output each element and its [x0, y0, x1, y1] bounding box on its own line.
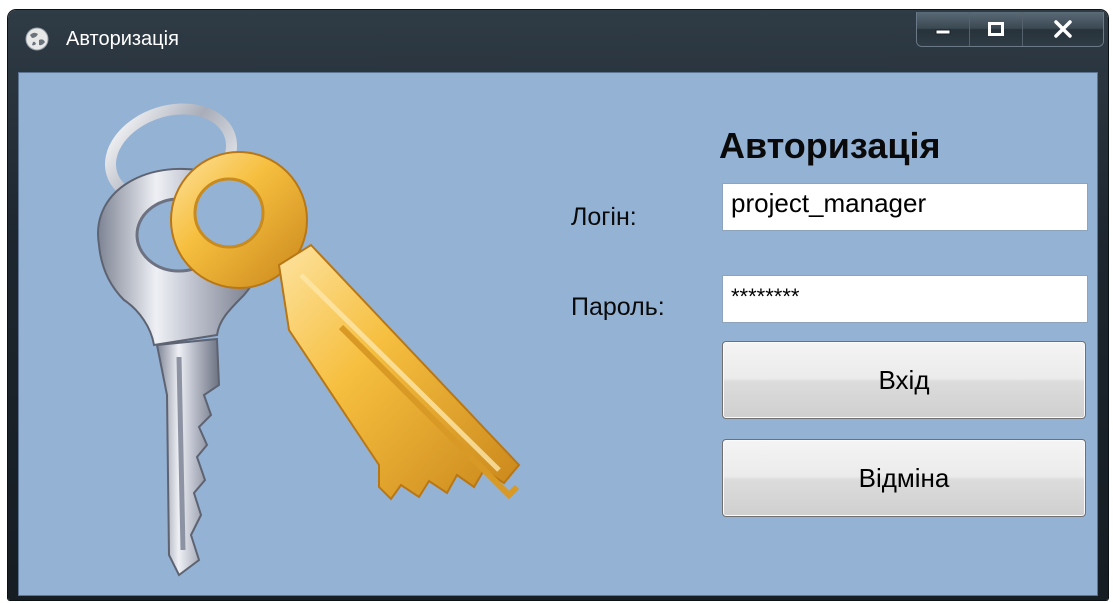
- password-label: Пароль:: [571, 293, 665, 321]
- window-controls: [916, 12, 1104, 47]
- form-heading: Авторизація: [719, 125, 941, 166]
- login-input[interactable]: project_manager: [722, 183, 1088, 231]
- maximize-button[interactable]: [969, 12, 1022, 46]
- minimize-icon: [935, 29, 951, 35]
- minimize-button[interactable]: [917, 12, 969, 46]
- close-icon: [1054, 20, 1072, 38]
- password-input[interactable]: ********: [722, 275, 1088, 323]
- app-globe-icon: [25, 27, 49, 51]
- cancel-button[interactable]: Відміна: [722, 439, 1086, 517]
- login-window: Авторизація Авторизація Логін: project_m…: [8, 10, 1108, 600]
- login-label: Логін:: [571, 203, 637, 231]
- title-bar[interactable]: Авторизація: [8, 10, 1108, 74]
- close-button[interactable]: [1022, 12, 1103, 46]
- window-title: Авторизація: [66, 28, 179, 50]
- keys-icon: [97, 103, 521, 577]
- maximize-icon: [988, 22, 1004, 36]
- enter-button[interactable]: Вхід: [722, 341, 1086, 419]
- client-area: Авторизація Логін: project_manager Парол…: [18, 72, 1098, 596]
